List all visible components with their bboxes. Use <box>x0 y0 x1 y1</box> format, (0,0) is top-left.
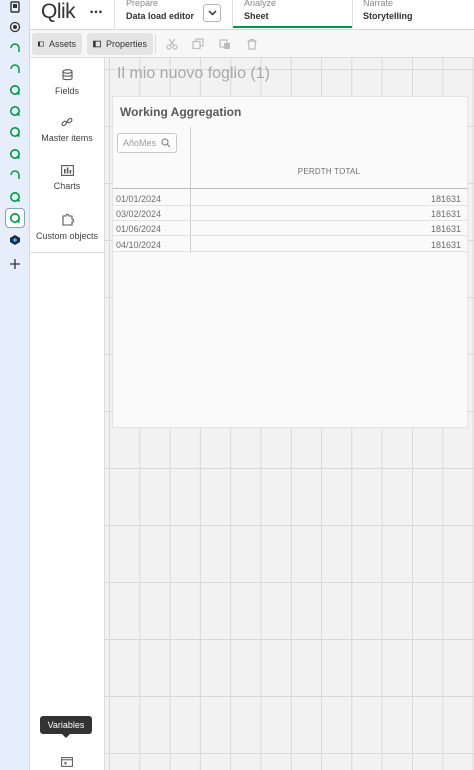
sheet-title[interactable]: Il mio nuovo foglio (1) <box>117 65 270 83</box>
qlik-app-icon[interactable] <box>5 187 25 207</box>
refresh-icon[interactable] <box>5 38 25 58</box>
table-title: Working Aggregation <box>120 105 242 119</box>
dimension-search-field[interactable]: AñoMes <box>117 133 177 153</box>
toolbar-separator <box>155 34 156 54</box>
paste-icon[interactable] <box>218 37 232 51</box>
database-icon <box>61 69 73 81</box>
assets-divider <box>30 252 104 253</box>
globe-icon[interactable] <box>5 17 25 37</box>
table-cell-dimension: 01/06/2024 <box>116 224 162 234</box>
table-cell-dimension: 01/01/2024 <box>116 194 162 204</box>
edit-toolbar: Assets Properties <box>30 30 474 58</box>
nav-analyze-label: Analyze <box>244 0 277 8</box>
table-cell-value: 181631 <box>430 224 461 234</box>
table-row[interactable]: 01/06/2024 181631 <box>113 221 467 236</box>
table-row[interactable]: 03/02/2024 181631 <box>113 206 467 221</box>
table-cell-dimension: 04/10/2024 <box>116 240 162 250</box>
nav-divider <box>114 0 115 28</box>
prepare-dropdown-button[interactable] <box>203 4 221 22</box>
qlik-logo[interactable]: Qlik <box>41 0 76 24</box>
nav-narrate-label: Narrate <box>363 0 394 8</box>
qlik-app-icon[interactable] <box>5 80 25 100</box>
nav-prepare-label: Prepare <box>126 0 159 8</box>
assets-item-fields[interactable]: Fields <box>30 69 104 96</box>
active-tab-indicator <box>233 26 353 28</box>
panel-left-icon <box>38 41 44 47</box>
qlik-app-icon[interactable] <box>5 122 25 142</box>
link-icon <box>61 117 73 127</box>
copy-icon[interactable] <box>191 37 205 51</box>
bar-chart-icon <box>60 165 74 176</box>
variables-icon[interactable] <box>61 754 73 767</box>
refresh-icon[interactable] <box>5 165 25 185</box>
table-object[interactable]: Working Aggregation AñoMes PERDTH TOTAL … <box>112 96 468 428</box>
nav-prepare-value: Data load editor <box>126 11 195 21</box>
properties-button-label: Properties <box>105 39 147 49</box>
nav-narrate[interactable]: Narrate Storytelling <box>363 0 473 30</box>
more-menu-button[interactable]: ... <box>88 1 104 20</box>
qlik-app-icon[interactable] <box>5 144 25 164</box>
assets-item-master-items[interactable]: Master items <box>30 116 104 143</box>
table-row[interactable]: 04/10/2024 181631 <box>113 237 467 252</box>
measure-column-header[interactable]: PERDTH TOTAL <box>191 167 467 176</box>
assets-item-charts[interactable]: Charts <box>30 165 104 191</box>
app-tab-strip <box>0 0 30 770</box>
nav-divider <box>232 0 233 28</box>
add-tab-icon[interactable] <box>5 254 25 274</box>
assets-panel: Fields Master items Charts Custom object… <box>30 58 105 770</box>
sheet-canvas[interactable]: Il mio nuovo foglio (1) Working Aggregat… <box>105 58 474 770</box>
table-cell-value: 181631 <box>430 240 461 250</box>
tooltip-arrow <box>62 734 70 738</box>
assets-item-label: Charts <box>53 181 81 191</box>
extension-icon[interactable] <box>5 230 25 250</box>
assets-item-label: Custom objects <box>35 231 99 241</box>
table-cell-value: 181631 <box>430 194 461 204</box>
puzzle-icon <box>61 213 74 226</box>
assets-item-custom-objects[interactable]: Custom objects <box>30 213 104 241</box>
table-cell-value: 181631 <box>430 209 461 219</box>
nav-divider <box>352 0 353 28</box>
nav-narrate-value: Storytelling <box>363 11 413 21</box>
properties-button[interactable]: Properties <box>87 33 153 55</box>
table-cell-dimension: 03/02/2024 <box>116 209 162 219</box>
assets-button[interactable]: Assets <box>32 33 82 55</box>
qlik-app-icon[interactable] <box>5 101 25 121</box>
top-header: Qlik ... Prepare Data load editor Analyz… <box>30 0 474 30</box>
assets-item-label: Fields <box>54 86 79 96</box>
document-icon[interactable] <box>5 0 25 17</box>
variables-tooltip: Variables <box>40 716 92 734</box>
table-header-divider <box>113 188 467 189</box>
chevron-down-icon <box>207 10 217 16</box>
qlik-app-icon-active[interactable] <box>5 208 25 228</box>
panel-right-icon <box>93 40 101 48</box>
cut-icon[interactable] <box>165 37 179 51</box>
table-row[interactable]: 01/01/2024 181631 <box>113 191 467 206</box>
assets-button-label: Assets <box>48 39 76 49</box>
dimension-header-label: AñoMes <box>123 138 157 148</box>
assets-item-label: Master items <box>41 133 93 143</box>
delete-icon[interactable] <box>245 37 259 51</box>
refresh-icon[interactable] <box>5 59 25 79</box>
search-icon <box>161 138 171 148</box>
nav-analyze-value: Sheet <box>244 11 269 21</box>
